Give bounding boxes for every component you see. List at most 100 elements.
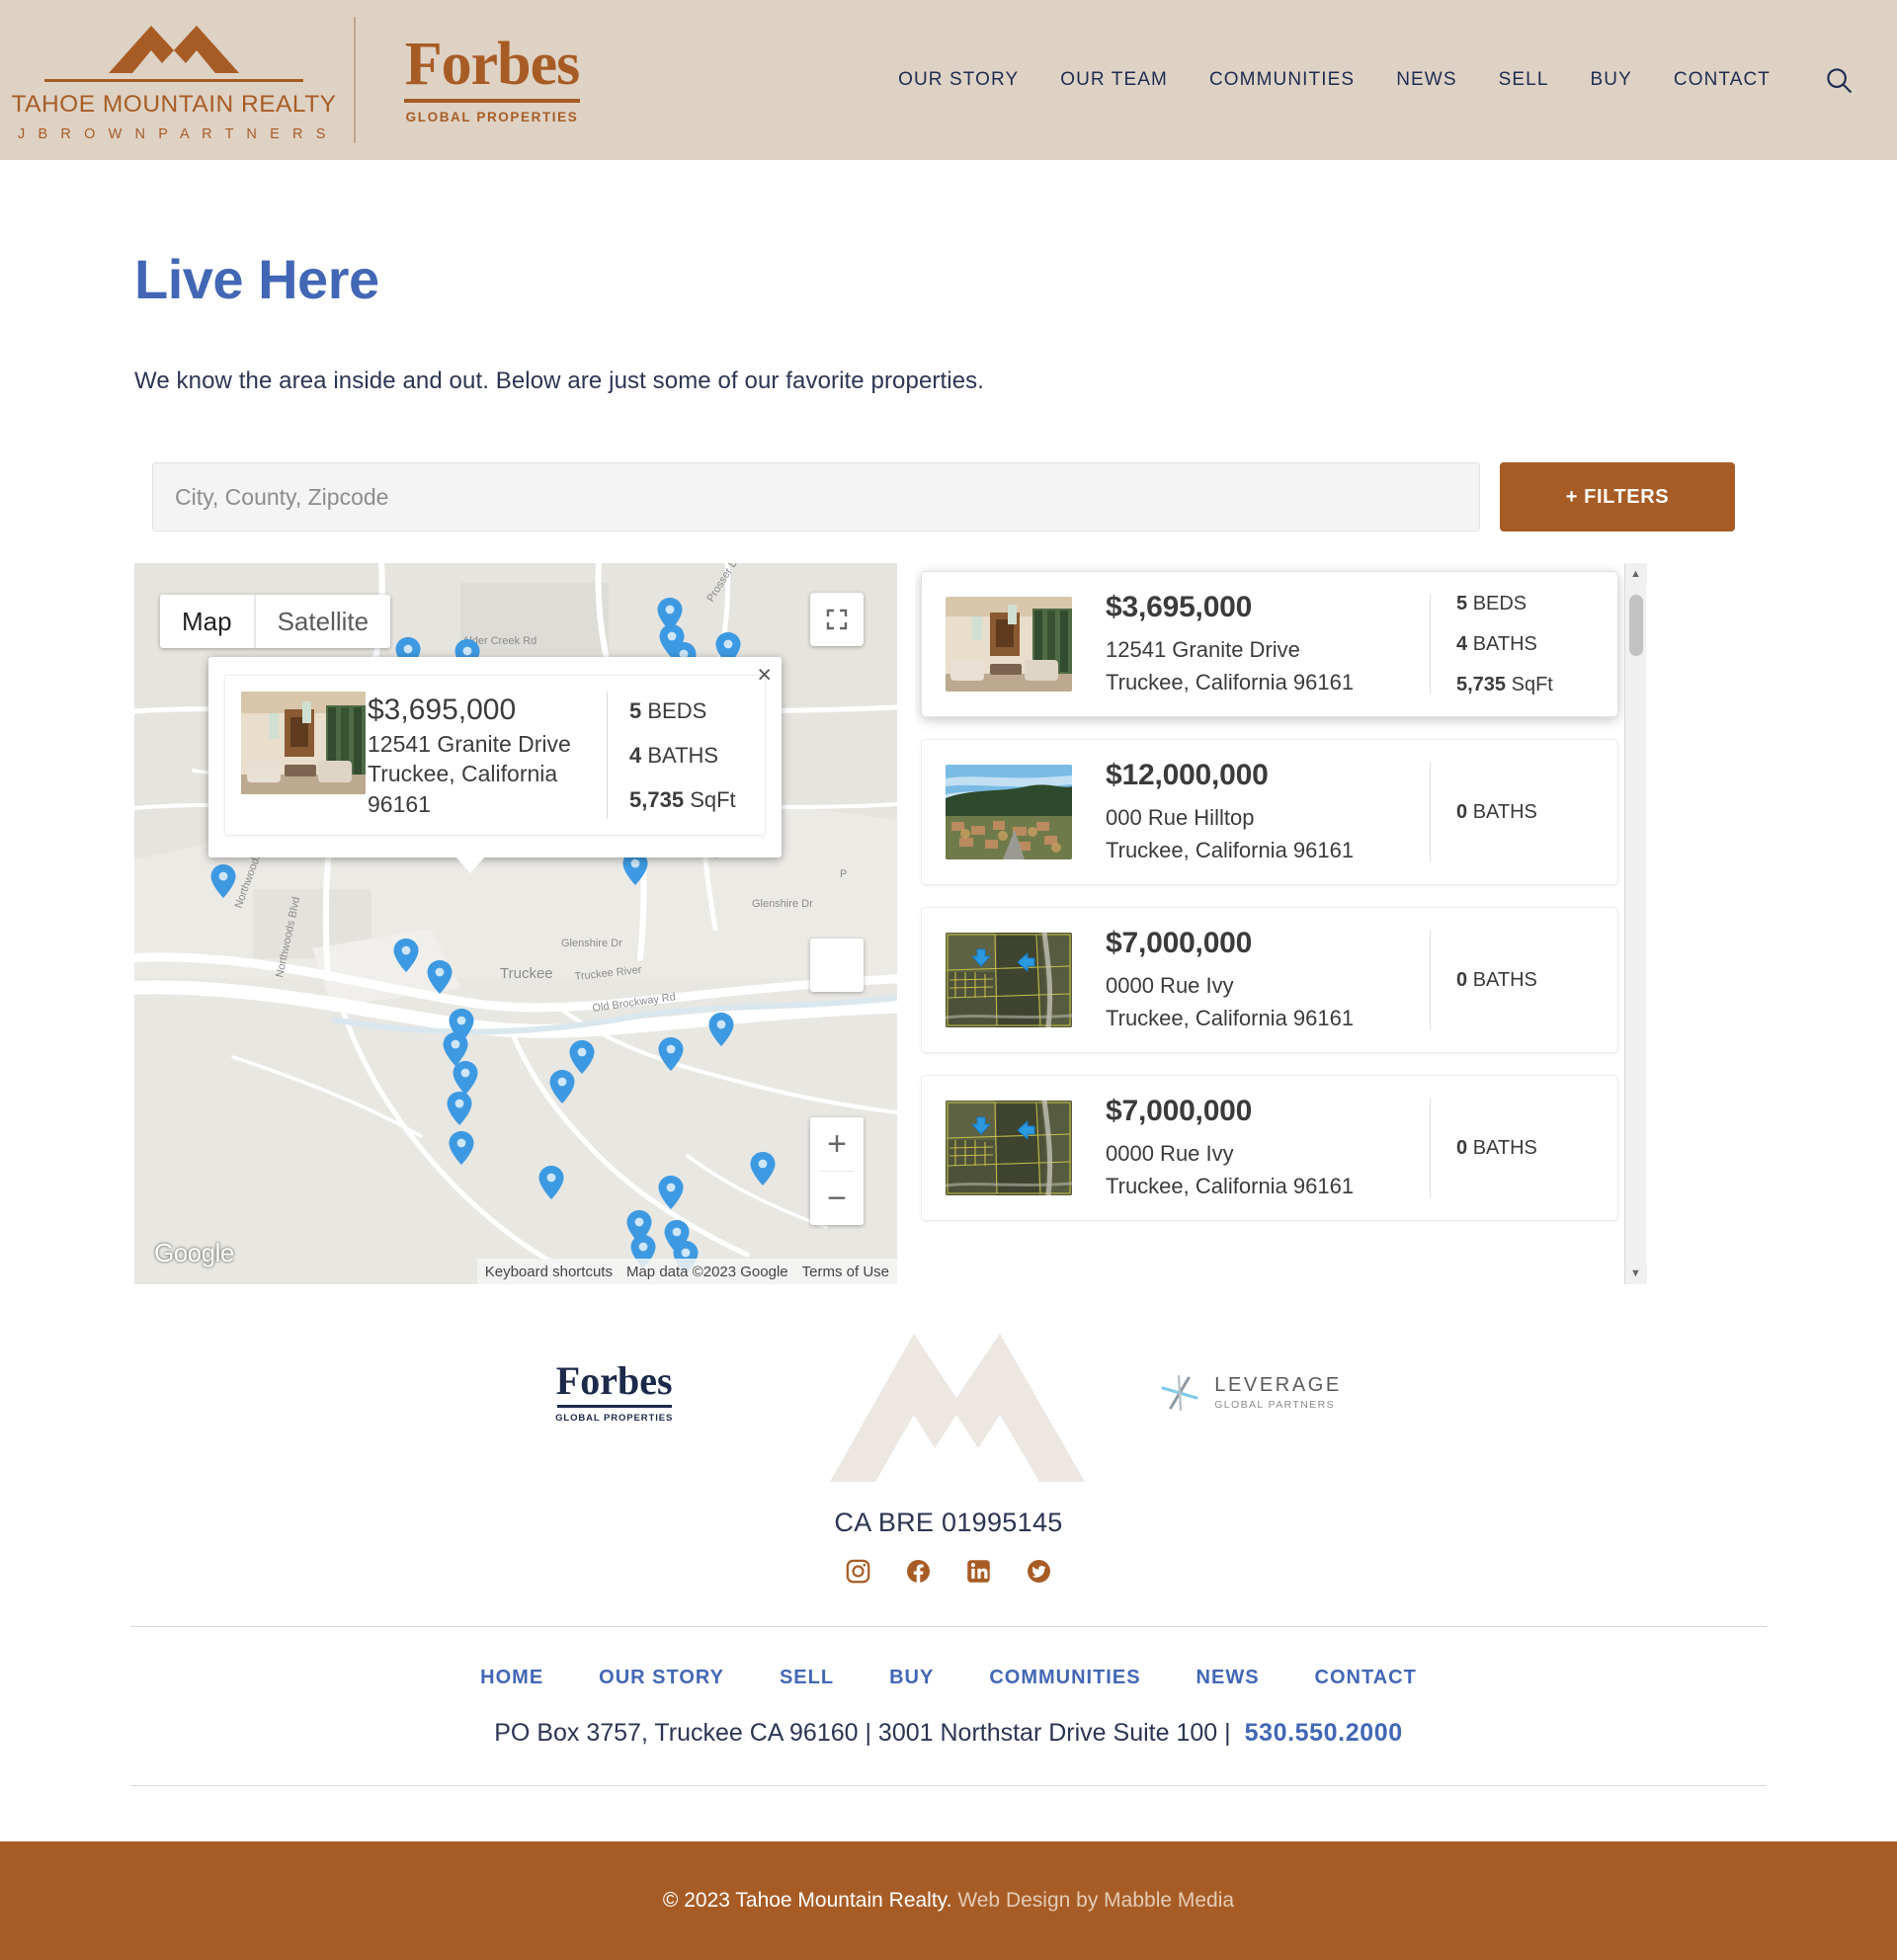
footer-divider-bottom — [130, 1785, 1767, 1786]
nav-item-news[interactable]: NEWS — [1396, 69, 1456, 91]
forbes-wordmark: Forbes — [404, 30, 581, 98]
linkedin-icon[interactable] — [965, 1558, 992, 1585]
forbes-global-properties-logo[interactable]: Forbes GLOBAL PROPERTIES — [395, 30, 589, 124]
footer-nav-news[interactable]: NEWS — [1196, 1667, 1260, 1689]
map-marker[interactable] — [427, 960, 453, 994]
listing-card[interactable]: $7,000,000 0000 Rue Ivy Truckee, Califor… — [921, 907, 1618, 1053]
map-marker[interactable] — [538, 1166, 564, 1199]
map-marker[interactable] — [569, 1040, 595, 1074]
copyright-bar: © 2023 Tahoe Mountain Realty. Web Design… — [0, 1841, 1897, 1960]
listing-baths: 4 BATHS — [1456, 633, 1598, 656]
listing-stats: 0 BATHS — [1430, 1098, 1598, 1198]
page-content: Live Here We know the area inside and ou… — [0, 160, 1897, 1960]
listing-card[interactable]: $7,000,000 0000 Rue Ivy Truckee, Califor… — [921, 1075, 1618, 1221]
map-marker[interactable] — [549, 1070, 575, 1103]
nav-item-our-story[interactable]: OUR STORY — [898, 69, 1019, 91]
map-type-control: Map Satellite — [160, 595, 391, 648]
footer-nav-communities[interactable]: COMMUNITIES — [989, 1667, 1140, 1689]
license-number: CA BRE 01995145 — [834, 1508, 1063, 1537]
footer-nav-sell[interactable]: SELL — [780, 1667, 834, 1689]
baths-unit: BATHS — [647, 742, 719, 768]
listing-address-line1: 0000 Rue Ivy — [1106, 972, 1234, 998]
map-marker[interactable] — [453, 1061, 478, 1095]
nav-item-buy[interactable]: BUY — [1591, 69, 1632, 91]
property-baths: 4 BATHS — [629, 743, 755, 769]
map-marker[interactable] — [658, 1037, 684, 1071]
listing-card[interactable]: $3,695,000 12541 Granite Drive Truckee, … — [921, 571, 1618, 717]
beds-unit: BEDS — [1472, 592, 1527, 614]
listings-scrollbar[interactable]: ▲ ▼ — [1624, 563, 1647, 1284]
property-beds: 5 BEDS — [629, 698, 755, 724]
forbes-footer-rule — [556, 1405, 672, 1408]
leverage-global-partners-logo[interactable]: LEVERAGE GLOBAL PARTNERS — [1157, 1370, 1342, 1416]
forbes-footer-logo[interactable]: Forbes GLOBAL PROPERTIES — [555, 1361, 673, 1425]
listing-price: $12,000,000 — [1106, 758, 1269, 791]
nav-item-sell[interactable]: SELL — [1499, 69, 1549, 91]
nav-item-communities[interactable]: COMMUNITIES — [1209, 69, 1355, 91]
listing-price: $7,000,000 — [1106, 1094, 1253, 1127]
zoom-in-button[interactable]: + — [810, 1117, 864, 1171]
map-marker[interactable] — [393, 939, 419, 972]
footer-phone-link[interactable]: 530.550.2000 — [1245, 1719, 1403, 1747]
map-type-map[interactable]: Map — [160, 595, 254, 648]
property-price: $3,695,000 — [368, 694, 517, 726]
map-marker[interactable] — [708, 1013, 734, 1046]
map-marker[interactable] — [449, 1131, 474, 1165]
beds-value: 5 — [629, 697, 642, 723]
listings-scroll-area[interactable]: $3,695,000 12541 Granite Drive Truckee, … — [915, 563, 1624, 1284]
scroll-up-arrow-icon[interactable]: ▲ — [1624, 563, 1647, 585]
scrollbar-track[interactable] — [1625, 585, 1647, 1263]
footer-nav-our-story[interactable]: OUR STORY — [599, 1667, 724, 1689]
nav-item-contact[interactable]: CONTACT — [1674, 69, 1771, 91]
baths-value: 4 — [1456, 632, 1468, 655]
listing-address-line2: Truckee, California 96161 — [1106, 837, 1355, 862]
listing-stats: 0 BATHS — [1430, 930, 1598, 1030]
listing-card[interactable]: $12,000,000 000 Rue Hilltop Truckee, Cal… — [921, 739, 1618, 885]
instagram-icon[interactable] — [845, 1558, 871, 1585]
location-search-input[interactable] — [152, 462, 1480, 531]
scroll-down-arrow-icon[interactable]: ▼ — [1624, 1263, 1647, 1284]
results-section: Prosser Dam Rd Alder Creek Rd Alder Cree… — [0, 531, 1897, 1284]
zoom-out-button[interactable]: − — [810, 1172, 864, 1225]
map-type-satellite[interactable]: Satellite — [255, 595, 391, 648]
map-marker[interactable] — [750, 1152, 776, 1185]
footer-nav-contact[interactable]: CONTACT — [1315, 1667, 1417, 1689]
filters-button[interactable]: + FILTERS — [1500, 462, 1735, 531]
nav-item-our-team[interactable]: OUR TEAM — [1060, 69, 1168, 91]
facebook-icon[interactable] — [905, 1558, 932, 1585]
listing-address-line1: 000 Rue Hilltop — [1106, 804, 1255, 830]
forbes-rule — [404, 99, 580, 104]
baths-value: 4 — [629, 742, 642, 768]
fullscreen-icon[interactable] — [810, 593, 864, 646]
scrollbar-thumb[interactable] — [1628, 595, 1643, 656]
leverage-name: LEVERAGE — [1214, 1374, 1342, 1396]
terms-of-use-link[interactable]: Terms of Use — [802, 1264, 889, 1280]
info-window-property-card[interactable]: $3,695,000 12541 Granite Drive Truckee, … — [224, 675, 766, 837]
street-view-pegman-button[interactable] — [810, 939, 864, 992]
search-icon[interactable] — [1824, 65, 1854, 95]
listing-baths: 0 BATHS — [1456, 1137, 1598, 1160]
close-icon[interactable]: × — [757, 663, 772, 688]
tahoe-mountain-realty-logo[interactable]: TAHOE MOUNTAIN REALTY J B R O W N P A R … — [11, 18, 354, 142]
web-design-credit[interactable]: Web Design by Mabble Media — [957, 1889, 1234, 1912]
footer-address-row: PO Box 3757, Truckee CA 96160 | 3001 Nor… — [0, 1719, 1897, 1748]
mountain-icon — [109, 26, 239, 73]
leverage-text: LEVERAGE GLOBAL PARTNERS — [1214, 1374, 1342, 1411]
property-map[interactable]: Prosser Dam Rd Alder Creek Rd Alder Cree… — [134, 563, 897, 1284]
footer-nav-buy[interactable]: BUY — [889, 1667, 934, 1689]
map-marker[interactable] — [658, 1176, 684, 1209]
partner-logos-row: Forbes GLOBAL PROPERTIES LEVERAGE GLOBAL… — [0, 1314, 1897, 1425]
sqft-value: 5,735 — [629, 786, 685, 812]
footer-nav-home[interactable]: HOME — [480, 1667, 543, 1689]
brand-block[interactable]: TAHOE MOUNTAIN REALTY J B R O W N P A R … — [11, 16, 589, 144]
map-marker[interactable] — [447, 1092, 472, 1125]
property-sqft: 5,735 SqFt — [629, 787, 755, 813]
twitter-icon[interactable] — [1026, 1558, 1052, 1585]
leverage-sublabel: GLOBAL PARTNERS — [1214, 1399, 1335, 1411]
map-marker[interactable] — [210, 864, 236, 898]
baths-unit: BATHS — [1472, 800, 1537, 823]
keyboard-shortcuts-link[interactable]: Keyboard shortcuts — [485, 1264, 613, 1280]
info-window-stats: 5 BEDS 4 BATHS 5,735 SqFt — [607, 692, 755, 820]
sqft-unit: SqFt — [690, 786, 736, 812]
property-address-line1: 12541 Granite Drive — [368, 730, 571, 757]
